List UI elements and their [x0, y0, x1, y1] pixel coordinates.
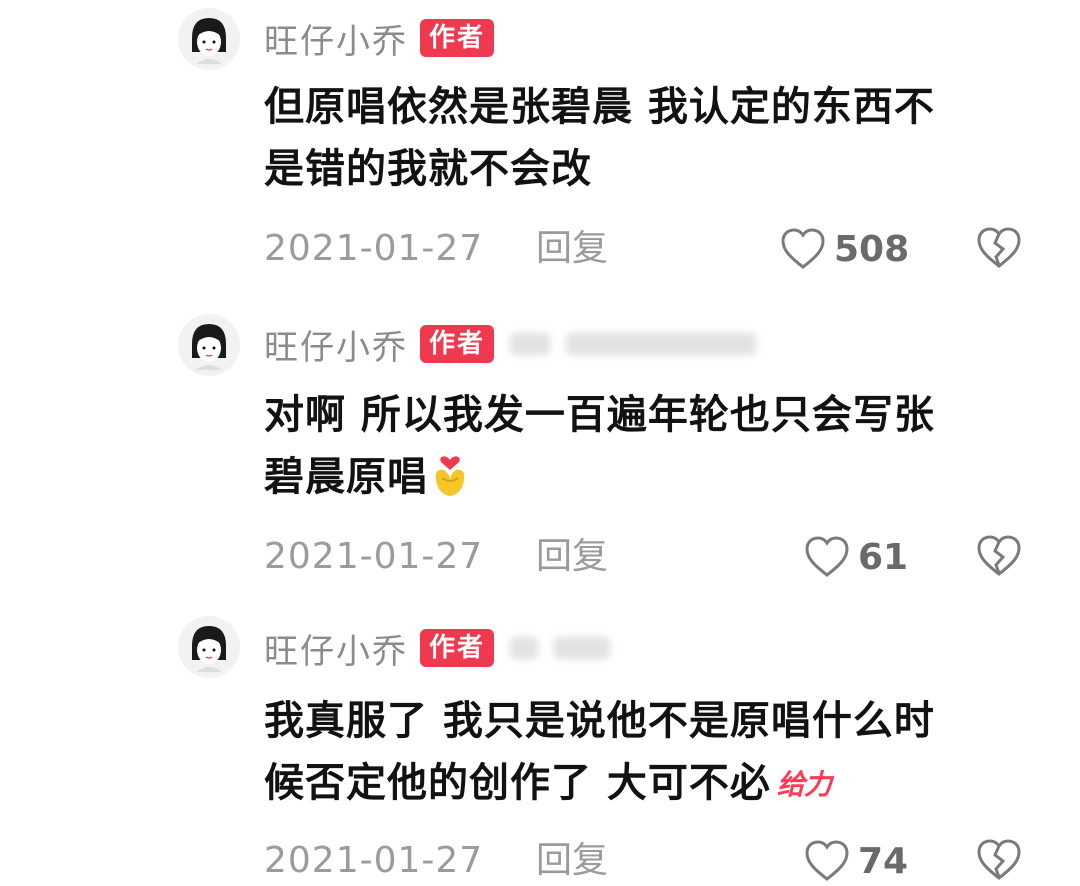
author-badge: 作者: [420, 325, 495, 363]
like-button[interactable]: 508: [780, 224, 909, 274]
comment-text-body: 我真服了 我只是说他不是原唱什么时 候否定他的创作了 大可不必: [264, 698, 935, 806]
username[interactable]: 旺仔小乔: [264, 320, 408, 369]
heart-hands-emoji: [428, 446, 472, 500]
dislike-button[interactable]: [976, 535, 1022, 581]
comment-date: 2021-01-27: [264, 536, 484, 577]
like-count: 508: [834, 228, 910, 270]
heart-outline-icon: [805, 840, 849, 881]
geili-sticker: 给力: [776, 768, 832, 801]
comment-meta: 2021-01-27 回复 508: [264, 224, 1044, 274]
comment-text: 但原唱依然是张碧晨 我认定的东西不 是错的我就不会改: [264, 84, 935, 192]
like-count: 74: [858, 840, 909, 882]
like-count: 61: [858, 536, 909, 578]
comment-meta: 2021-01-27 回复 61: [264, 532, 1044, 582]
avatar-icon: [178, 616, 240, 678]
name-row: 旺仔小乔 作者: [264, 320, 757, 369]
heart-outline-icon: [781, 228, 825, 269]
blurred-reply-target: [510, 637, 539, 659]
avatar-icon: [178, 314, 240, 376]
dislike-button[interactable]: [976, 839, 1022, 885]
like-button[interactable]: 61: [804, 532, 908, 582]
broken-heart-icon: [977, 839, 1021, 880]
username[interactable]: 旺仔小乔: [264, 624, 408, 673]
heart-outline-icon: [805, 536, 849, 577]
reply-button[interactable]: 回复: [536, 532, 608, 582]
username[interactable]: 旺仔小乔: [264, 14, 408, 63]
comment-meta: 2021-01-27 回复 74: [264, 836, 1044, 886]
dislike-button[interactable]: [976, 227, 1022, 273]
name-row: 旺仔小乔 作者: [264, 14, 495, 63]
like-button[interactable]: 74: [804, 836, 908, 886]
blurred-reply-target: [510, 333, 551, 355]
blurred-reply-target: [566, 333, 757, 355]
reply-button[interactable]: 回复: [536, 224, 608, 274]
broken-heart-icon: [977, 227, 1021, 268]
comment-text-body: 对啊 所以我发一百遍年轮也只会写张 碧晨原唱: [264, 392, 935, 500]
blurred-reply-target: [554, 637, 611, 659]
comment-text: 对啊 所以我发一百遍年轮也只会写张 碧晨原唱: [264, 384, 1004, 508]
comment-text: 我真服了 我只是说他不是原唱什么时 候否定他的创作了 大可不必 给力: [264, 690, 1004, 816]
author-badge: 作者: [420, 19, 495, 57]
avatar[interactable]: [178, 8, 240, 70]
author-badge: 作者: [420, 629, 495, 667]
broken-heart-icon: [977, 535, 1021, 576]
reply-button[interactable]: 回复: [536, 836, 608, 886]
name-row: 旺仔小乔 作者: [264, 624, 611, 673]
avatar[interactable]: [178, 616, 240, 678]
comment-date: 2021-01-27: [264, 228, 484, 269]
avatar-icon: [178, 8, 240, 70]
avatar[interactable]: [178, 314, 240, 376]
comment-date: 2021-01-27: [264, 840, 484, 881]
